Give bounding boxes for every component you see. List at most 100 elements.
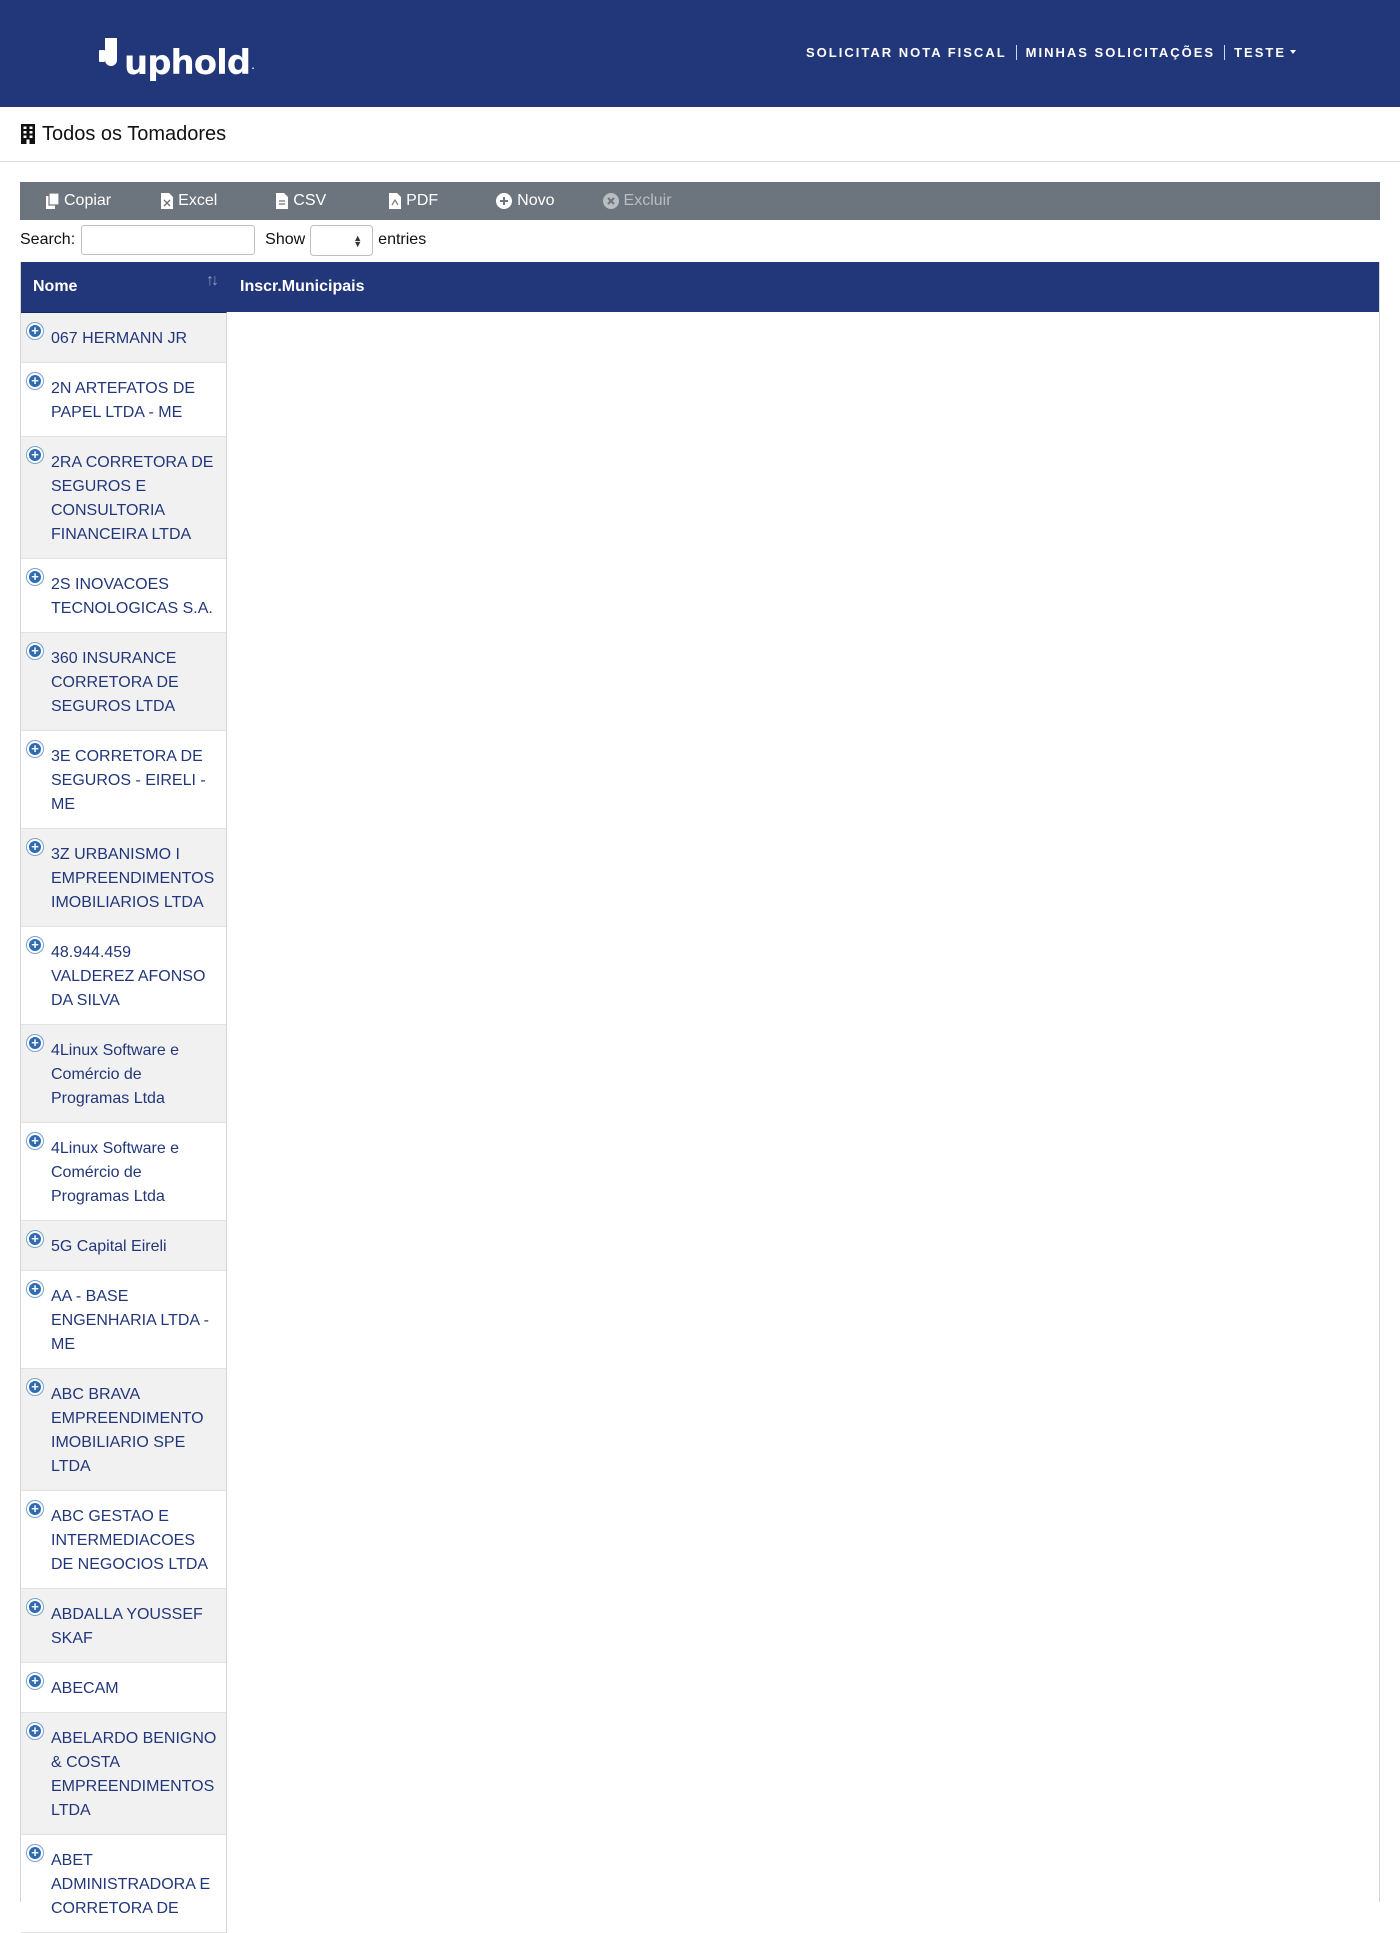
table-row[interactable]: +3E CORRETORA DE SEGUROS - EIRELI - ME (21, 731, 226, 829)
column-header-inscr-label: Inscr.Municipais (240, 278, 365, 295)
entries-label: entries (378, 231, 427, 248)
expand-row-icon[interactable]: + (27, 1501, 43, 1517)
tomador-name: 5G Capital Eireli (51, 1238, 167, 1255)
uphold-logo[interactable]: uphold . (99, 28, 255, 80)
building-icon (21, 124, 35, 144)
tomador-name: 2RA CORRETORA DE SEGUROS E CONSULTORIA F… (51, 454, 214, 543)
tomador-name: 3Z URBANISMO I EMPREENDIMENTOS IMOBILIAR… (51, 846, 215, 911)
expand-row-icon[interactable]: + (27, 1231, 43, 1247)
nav-divider (1015, 45, 1017, 60)
tomadores-table: Nome ↑↓ Inscr.Municipais +067 HERMANN JR… (20, 262, 1380, 1933)
plus-circle-icon (496, 193, 513, 209)
expand-row-icon[interactable]: + (27, 741, 43, 757)
tomador-name: AA - BASE ENGENHARIA LTDA - ME (51, 1288, 209, 1353)
expand-row-icon[interactable]: + (27, 373, 43, 389)
table-row[interactable]: + ABC BRAVA EMPREENDIMENTO IMOBILIARIO SP… (21, 1369, 226, 1491)
tomador-name: 48.944.459 VALDEREZ AFONSO DA SILVA (51, 944, 206, 1009)
tomador-name: ABELARDO BENIGNO & COSTA EMPREENDIMENTOS… (51, 1730, 217, 1819)
table-header: Nome ↑↓ Inscr.Municipais (21, 262, 1379, 312)
table-row[interactable]: +2S INOVACOES TECNOLOGICAS S.A. (21, 559, 226, 633)
csv-button[interactable]: CSV (276, 182, 326, 220)
pdf-button[interactable]: PDF (389, 182, 438, 220)
table-row[interactable]: + AA - BASE ENGENHARIA LTDA - ME (21, 1271, 226, 1369)
tomador-name: 3E CORRETORA DE SEGUROS - EIRELI - ME (51, 748, 206, 813)
table-row[interactable]: +3Z URBANISMO I EMPREENDIMENTOS IMOBILIA… (21, 829, 226, 927)
expand-row-icon[interactable]: + (27, 1379, 43, 1395)
copy-button[interactable]: Copiar (46, 182, 111, 220)
search-input[interactable] (81, 225, 256, 255)
nav-user-menu[interactable]: TESTE (1234, 45, 1296, 60)
table-row[interactable]: +067 HERMANN JR (21, 313, 226, 363)
expand-row-icon[interactable]: + (27, 1599, 43, 1615)
excel-button-label: Excel (178, 192, 218, 209)
expand-row-icon[interactable]: + (27, 447, 43, 463)
expand-row-icon[interactable]: + (27, 643, 43, 659)
expand-row-icon[interactable]: + (27, 1845, 43, 1861)
delete-button-label: Excluir (623, 192, 672, 209)
table-body: +067 HERMANN JR +2N ARTEFATOS DE PAPEL LT… (21, 312, 227, 1933)
expand-row-icon[interactable]: + (27, 1673, 43, 1689)
nav-solicitar-nota-fiscal[interactable]: SOLICITAR NOTA FISCAL (806, 45, 1007, 60)
tomador-name: ABECAM (51, 1680, 119, 1697)
sort-icon: ↑↓ (206, 272, 219, 289)
table-row[interactable]: +5G Capital Eireli (21, 1221, 226, 1271)
table-row[interactable]: +2N ARTEFATOS DE PAPEL LTDA - ME (21, 363, 226, 437)
table-row[interactable]: +4Linux Software e Comércio de Programas… (21, 1123, 226, 1221)
excel-button[interactable]: Excel (161, 182, 217, 220)
file-pdf-icon (389, 193, 402, 209)
copy-button-label: Copiar (64, 192, 112, 209)
new-button-label: Novo (517, 192, 555, 209)
tomador-name: 2S INOVACOES TECNOLOGICAS S.A. (51, 576, 213, 617)
tomador-name: ABDALLA YOUSSEF SKAF (51, 1606, 203, 1647)
nav-minhas-solicitacoes[interactable]: MINHAS SOLICITAÇÕES (1026, 45, 1215, 60)
tomador-name: ABC BRAVA EMPREENDIMENTO IMOBILIARIO SPE… (51, 1386, 204, 1475)
expand-row-icon[interactable]: + (27, 937, 43, 953)
trademark-dot: . (251, 56, 255, 72)
delete-button[interactable]: Excluir (602, 182, 672, 220)
tomador-name: 067 HERMANN JR (51, 330, 188, 347)
table-row[interactable]: +48.944.459 VALDEREZ AFONSO DA SILVA (21, 927, 226, 1025)
expand-row-icon[interactable]: + (27, 1281, 43, 1297)
tomador-name: 4Linux Software e Comércio de Programas … (51, 1042, 180, 1107)
pdf-button-label: PDF (406, 192, 439, 209)
column-header-inscr-municipais[interactable]: Inscr.Municipais (227, 262, 364, 312)
search-label: Search: (20, 231, 76, 248)
caret-down-icon (1290, 50, 1296, 54)
expand-row-icon[interactable]: + (27, 1133, 43, 1149)
expand-row-icon[interactable]: + (27, 323, 43, 339)
nav-divider (1224, 45, 1226, 60)
expand-row-icon[interactable]: + (27, 1723, 43, 1739)
top-navbar: uphold . SOLICITAR NOTA FISCAL MINHAS SO… (0, 0, 1400, 107)
table-controls: Search: Show ▲ ▼ entries (20, 224, 426, 256)
table-row[interactable]: +360 INSURANCE CORRETORA DE SEGUROS LTDA (21, 633, 226, 731)
column-header-nome-label: Nome (33, 278, 78, 295)
datatable-toolbar: Copiar Excel CSV PDF Novo Excluir (20, 182, 1380, 220)
top-nav-links: SOLICITAR NOTA FISCAL MINHAS SOLICITAÇÕE… (806, 45, 1296, 60)
page-title: Todos os Tomadores (42, 122, 227, 145)
nav-user-label: TESTE (1234, 45, 1286, 60)
table-row[interactable]: + ABELARDO BENIGNO & COSTA EMPREENDIMENTO… (21, 1713, 226, 1835)
expand-row-icon[interactable]: + (27, 1035, 43, 1051)
table-row[interactable]: +2RA CORRETORA DE SEGUROS E CONSULTORIA … (21, 437, 226, 559)
tomador-name: 2N ARTEFATOS DE PAPEL LTDA - ME (51, 380, 196, 421)
table-row[interactable]: + ABC GESTAO E INTERMEDIACOES DE NEGOCIOS… (21, 1491, 226, 1589)
times-circle-icon (602, 193, 619, 209)
new-button[interactable]: Novo (496, 182, 555, 220)
column-header-nome[interactable]: Nome ↑↓ (21, 262, 227, 312)
file-csv-icon (276, 193, 289, 209)
file-excel-icon (161, 193, 174, 209)
tomador-name: ABET ADMINISTRADORA E CORRETORA DE (51, 1852, 211, 1917)
show-label: Show (265, 231, 306, 248)
select-arrows-icon: ▲ ▼ (353, 232, 363, 249)
table-row[interactable]: +4Linux Software e Comércio de Programas… (21, 1025, 226, 1123)
table-row[interactable]: + ABECAM (21, 1663, 226, 1713)
entries-select[interactable]: ▲ ▼ (310, 224, 374, 256)
brand-name: uphold (124, 43, 251, 83)
table-row[interactable]: + ABDALLA YOUSSEF SKAF (21, 1589, 226, 1663)
expand-row-icon[interactable]: + (27, 839, 43, 855)
tomador-name: 360 INSURANCE CORRETORA DE SEGUROS LTDA (51, 650, 179, 715)
expand-row-icon[interactable]: + (27, 569, 43, 585)
tomador-name: 4Linux Software e Comércio de Programas … (51, 1140, 180, 1205)
csv-button-label: CSV (293, 192, 327, 209)
table-row[interactable]: + ABET ADMINISTRADORA E CORRETORA DE (21, 1835, 226, 1933)
